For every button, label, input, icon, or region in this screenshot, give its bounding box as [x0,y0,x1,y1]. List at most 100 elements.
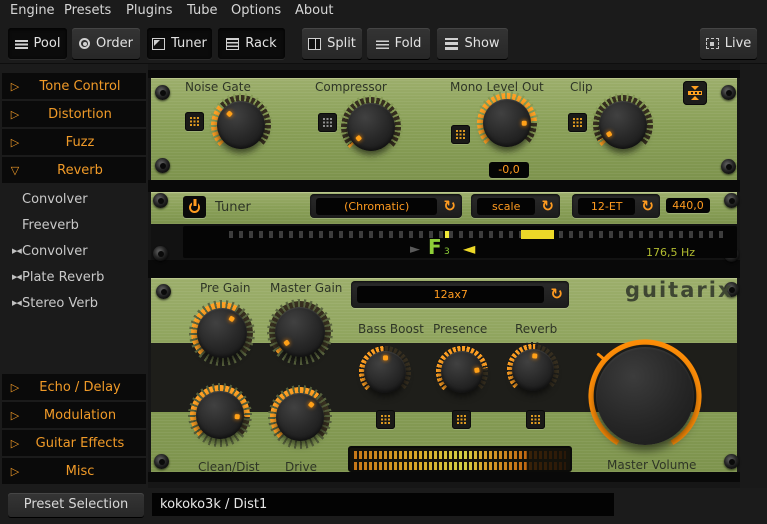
mono-level-out-knob[interactable] [475,91,539,155]
plugin-item-plate-reverb[interactable]: ▶◀ Plate Reverb [0,264,148,290]
category-echo-delay[interactable]: ▷ Echo / Delay [2,374,146,400]
level-meter [348,446,572,472]
menu-about[interactable]: About [295,3,333,18]
tuner-scale-dropdown[interactable]: scale ↻ [471,194,560,218]
show-icon [445,37,459,50]
knob-cap [598,100,648,150]
category-modulation[interactable]: ▷ Modulation [2,402,146,428]
compressor-knob[interactable] [339,95,403,159]
noise-gate-knob[interactable] [209,93,273,157]
tuner-octave: 3 [444,247,450,257]
cycle-icon[interactable]: ↻ [541,198,554,214]
clean-dist-label: Clean/Dist [198,460,260,474]
minimize-rack-button[interactable] [683,81,707,105]
midi-grid-button[interactable] [376,410,395,429]
collapsed-arrow-icon: ▷ [10,79,20,93]
plugin-label: Convolver [22,243,88,259]
midi-grid-button[interactable] [185,112,204,131]
knob-cap [275,392,325,442]
clip-label: Clip [570,80,593,94]
category-tone-control[interactable]: ▷ Tone Control [2,73,146,99]
plugin-item-freeverb[interactable]: ▶◀ Freeverb [0,212,148,238]
pool-label: Pool [33,36,61,51]
power-icon [189,201,200,213]
cycle-icon[interactable]: ↻ [443,198,456,214]
order-button[interactable]: Order [72,28,140,59]
clean-dist-knob[interactable] [188,383,252,447]
fold-button[interactable]: Fold [367,28,430,59]
screw-icon [156,284,171,299]
rack-button[interactable]: Rack [218,28,285,59]
menu-plugins[interactable]: Plugins [126,3,173,18]
category-misc[interactable]: ▷ Misc [2,458,146,484]
cycle-icon[interactable]: ↻ [550,287,563,302]
midi-grid-button[interactable] [568,113,587,132]
show-label: Show [464,36,500,51]
drive-knob[interactable] [268,385,332,449]
preset-selection-button[interactable]: Preset Selection [8,493,144,517]
stereo-icon: ▶◀ [12,273,22,281]
master-volume-knob[interactable] [596,347,694,445]
plugin-item-stereo-verb[interactable]: ▶◀ Stereo Verb [0,290,148,316]
drive-label: Drive [285,460,317,474]
pointer-right-icon: ► [410,242,420,257]
category-label: Echo / Delay [39,379,121,395]
presence-label: Presence [433,322,488,336]
tuner-note: F [428,235,442,259]
cycle-icon[interactable]: ↻ [641,198,654,214]
tuner-temperament-dropdown[interactable]: 12-ET ↻ [572,194,660,218]
show-button[interactable]: Show [437,28,508,59]
mono-level-value[interactable]: -0,0 [489,162,529,178]
screw-icon [154,454,169,469]
screw-icon [724,193,739,208]
tuner-mode-dropdown[interactable]: (Chromatic) ↻ [310,194,462,218]
midi-grid-button[interactable] [526,410,545,429]
plugin-label: Plate Reverb [22,269,105,285]
tuner-label: Tuner [171,36,207,51]
pool-button[interactable]: Pool [8,28,67,59]
live-button[interactable]: Live [700,28,757,59]
split-label: Split [327,36,356,51]
preset-bar: Preset Selection kokoko3k / Dist1 wsxdn.… [0,488,767,524]
knob-cap [346,102,396,152]
menu-engine[interactable]: Engine [10,3,55,18]
category-label: Guitar Effects [35,435,125,451]
tuner-center-indicator [445,231,449,238]
menu-options[interactable]: Options [231,3,281,18]
knob-pointer [531,352,537,359]
midi-grid-button[interactable] [452,410,471,429]
plugin-label: Freeverb [22,217,79,233]
midi-grid-button[interactable] [451,125,470,144]
midi-grid-button[interactable] [318,113,337,132]
category-label: Reverb [57,162,103,178]
plugin-item-convolver-stereo[interactable]: ▶◀ Convolver [0,238,148,264]
split-button[interactable]: Split [302,28,362,59]
rack-icon [226,37,240,50]
current-preset-field[interactable]: kokoko3k / Dist1 [152,493,614,516]
plugin-label: Stereo Verb [22,295,98,311]
knob-cap [216,100,266,150]
rack1-top-cap [148,70,740,78]
screw-icon [721,85,736,100]
pre-gain-knob[interactable] [189,300,255,366]
tube-selector-dropdown[interactable]: 12ax7 ↻ [351,281,569,308]
reference-pitch-value[interactable]: 440,0 [666,198,710,213]
category-guitar-effects[interactable]: ▷ Guitar Effects [2,430,146,456]
category-fuzz[interactable]: ▷ Fuzz [2,129,146,155]
collapsed-arrow-icon: ▷ [10,107,20,121]
stereo-icon: ▶◀ [12,247,22,255]
bass-boost-knob[interactable] [357,344,413,400]
menu-presets[interactable]: Presets [64,3,111,18]
plugin-item-convolver[interactable]: ▶◀ Convolver [0,186,148,212]
presence-knob[interactable] [434,344,490,400]
master-gain-knob[interactable] [267,299,333,365]
category-distortion[interactable]: ▷ Distortion [2,101,146,127]
tuner-power-button[interactable] [183,196,206,218]
knob-pointer [521,120,527,126]
meter-row-right [354,462,566,470]
menu-tube[interactable]: Tube [187,3,217,18]
tuner-button[interactable]: Tuner [147,28,212,59]
clip-knob[interactable] [591,93,655,157]
category-reverb[interactable]: ▽ Reverb [2,157,146,183]
reverb-knob[interactable] [505,342,561,398]
